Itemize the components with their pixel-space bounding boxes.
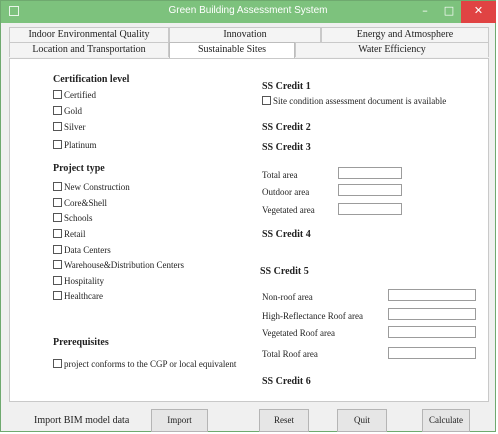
total-roof-area-input[interactable]: [388, 347, 476, 359]
app-window: Green Building Assessment System – □ ✕ I…: [0, 0, 496, 432]
ss-credit-4-heading: SS Credit 4: [262, 229, 311, 240]
ss-credit-3-heading: SS Credit 3: [262, 142, 311, 153]
minimize-button[interactable]: –: [413, 1, 437, 23]
vegetated-roof-label: Vegetated Roof area: [262, 328, 335, 338]
import-bim-label: Import BIM model data: [34, 415, 130, 426]
total-roof-area-label: Total Roof area: [262, 349, 318, 359]
sustainable-sites-panel: Certification level Certified Gold Silve…: [9, 58, 489, 402]
tab-innovation[interactable]: Innovation: [169, 27, 321, 42]
non-roof-area-label: Non-roof area: [262, 292, 313, 302]
tab-row-upper: Indoor Environmental Quality Innovation …: [9, 27, 489, 42]
total-area-input[interactable]: [338, 167, 402, 179]
schools-checkbox[interactable]: Schools: [53, 213, 93, 223]
warehouse-distribution-checkbox[interactable]: Warehouse&Distribution Centers: [53, 260, 184, 270]
quit-button[interactable]: Quit: [337, 409, 387, 432]
vegetated-area-input[interactable]: [338, 203, 402, 215]
silver-checkbox[interactable]: Silver: [53, 122, 86, 132]
vegetated-area-label: Vegetated area: [262, 205, 315, 215]
calculate-button[interactable]: Calculate: [422, 409, 470, 432]
tab-water-efficiency[interactable]: Water Efficiency: [295, 42, 489, 57]
close-button[interactable]: ✕: [461, 1, 496, 23]
total-area-label: Total area: [262, 170, 298, 180]
tab-location-and-transportation[interactable]: Location and Transportation: [9, 42, 169, 57]
import-button[interactable]: Import: [151, 409, 208, 432]
minimize-icon: –: [422, 4, 428, 17]
maximize-button[interactable]: □: [437, 1, 461, 23]
close-icon: ✕: [473, 4, 484, 17]
maximize-icon: □: [443, 4, 455, 17]
ss-credit-6-heading: SS Credit 6: [262, 376, 311, 387]
project-type-heading: Project type: [53, 163, 105, 174]
high-reflectance-roof-input[interactable]: [388, 308, 476, 320]
core-shell-checkbox[interactable]: Core&Shell: [53, 198, 107, 208]
prerequisite-cgp-checkbox[interactable]: project conforms to the CGP or local equ…: [53, 359, 236, 369]
platinum-checkbox[interactable]: Platinum: [53, 140, 97, 150]
title-bar[interactable]: Green Building Assessment System – □ ✕: [1, 1, 496, 23]
ss-credit-2-heading: SS Credit 2: [262, 122, 311, 133]
certified-checkbox[interactable]: Certified: [53, 90, 96, 100]
outdoor-area-label: Outdoor area: [262, 187, 310, 197]
healthcare-checkbox[interactable]: Healthcare: [53, 291, 103, 301]
tab-row-lower: Location and Transportation Sustainable …: [9, 42, 489, 58]
new-construction-checkbox[interactable]: New Construction: [53, 182, 130, 192]
high-reflectance-roof-label: High-Reflectance Roof area: [262, 311, 363, 321]
site-assessment-checkbox[interactable]: Site condition assessment document is av…: [262, 96, 446, 106]
bottom-bar: Import BIM model data Import Reset Quit …: [1, 404, 497, 433]
retail-checkbox[interactable]: Retail: [53, 229, 86, 239]
tab-energy-and-atmosphere[interactable]: Energy and Atmosphere: [321, 27, 489, 42]
tab-indoor-environmental-quality[interactable]: Indoor Environmental Quality: [9, 27, 169, 42]
ss-credit-1-heading: SS Credit 1: [262, 81, 311, 92]
outdoor-area-input[interactable]: [338, 184, 402, 196]
reset-button[interactable]: Reset: [259, 409, 309, 432]
certification-heading: Certification level: [53, 74, 130, 85]
data-centers-checkbox[interactable]: Data Centers: [53, 245, 111, 255]
ss-credit-5-heading: SS Credit 5: [260, 266, 309, 277]
tab-sustainable-sites[interactable]: Sustainable Sites: [169, 42, 295, 58]
non-roof-area-input[interactable]: [388, 289, 476, 301]
vegetated-roof-input[interactable]: [388, 326, 476, 338]
prerequisites-heading: Prerequisites: [53, 337, 109, 348]
hospitality-checkbox[interactable]: Hospitality: [53, 276, 104, 286]
gold-checkbox[interactable]: Gold: [53, 106, 82, 116]
